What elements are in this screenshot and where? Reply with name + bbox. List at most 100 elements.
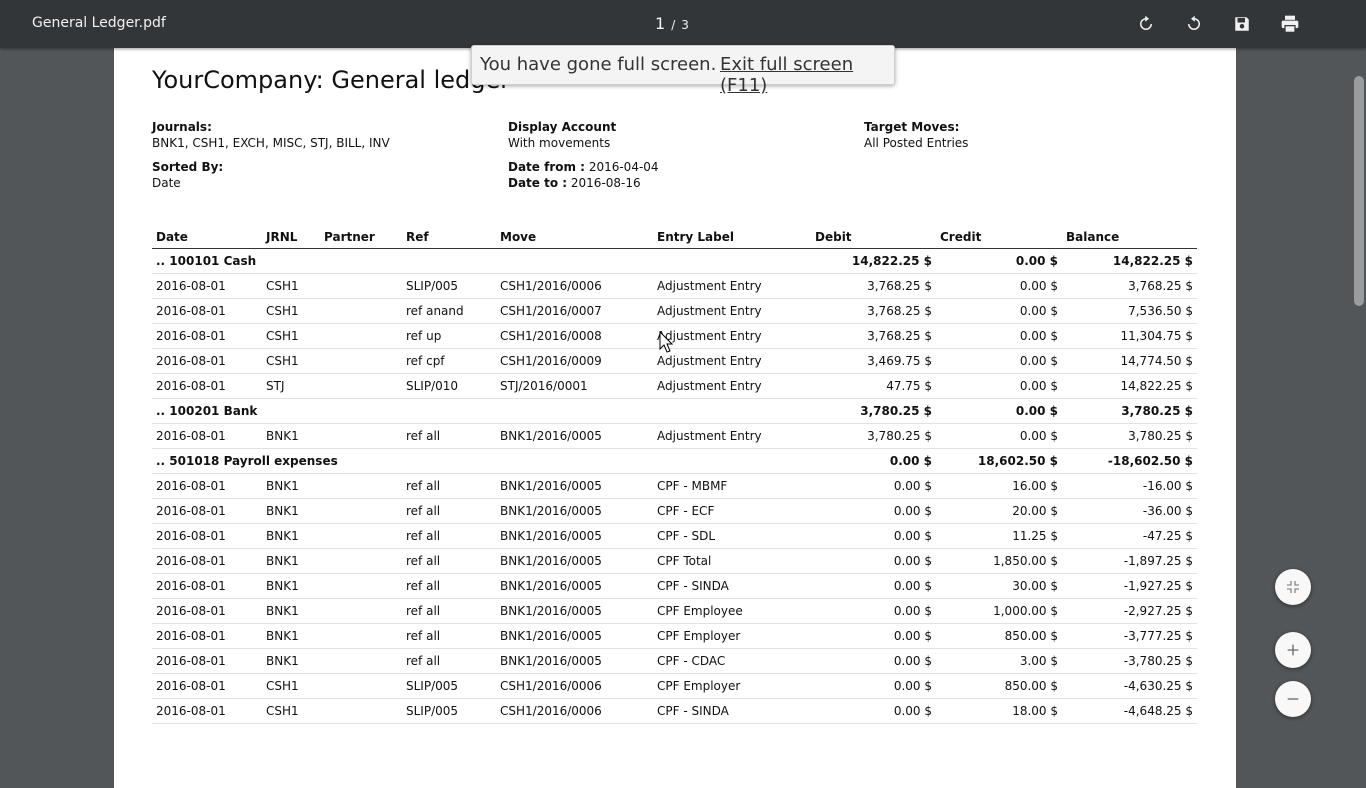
page-separator: / <box>671 18 676 32</box>
rotate-counterclockwise-button[interactable] <box>1182 12 1206 36</box>
date-cell: 2016-08-01 <box>152 698 262 724</box>
entry-label-cell: CPF - SDL <box>653 523 811 549</box>
ledger-table: Date JRNL Partner Ref Move Entry Label D… <box>152 226 1197 724</box>
balance-cell: -4,630.25 $ <box>1062 673 1197 699</box>
partner-cell <box>320 473 402 499</box>
balance-cell: -3,777.25 $ <box>1062 623 1197 649</box>
account-name: .. 501018 Payroll expenses <box>152 448 811 474</box>
move-cell: BNK1/2016/0005 <box>496 598 653 624</box>
balance-cell: -18,602.50 $ <box>1062 448 1197 474</box>
credit-cell: 30.00 $ <box>936 573 1062 599</box>
partner-cell <box>320 498 402 524</box>
entry-label-cell: CPF - SINDA <box>653 573 811 599</box>
balance-cell: 14,822.25 $ <box>1062 248 1197 274</box>
table-row: 2016-08-01 CSH1 SLIP/005 CSH1/2016/0006 Adju… <box>152 273 1197 299</box>
ref-cell: ref all <box>402 598 496 624</box>
date-cell: 2016-08-01 <box>152 523 262 549</box>
date-from-value: 2016-04-04 <box>588 160 659 174</box>
date-cell: 2016-08-01 <box>152 673 262 699</box>
move-cell: CSH1/2016/0009 <box>496 348 653 374</box>
balance-cell: -16.00 $ <box>1062 473 1197 499</box>
ref-cell: SLIP/005 <box>402 673 496 699</box>
ref-cell: SLIP/005 <box>402 698 496 724</box>
date-cell: 2016-08-01 <box>152 423 262 449</box>
move-cell: CSH1/2016/0008 <box>496 323 653 349</box>
account-summary-row: .. 100101 Cash 14,822.25 $0.00 $14,822.25… <box>152 248 1197 274</box>
debit-cell: 14,822.25 $ <box>811 248 936 274</box>
debit-cell: 3,768.25 $ <box>811 323 936 349</box>
download-button[interactable] <box>1230 12 1254 36</box>
journal-cell: BNK1 <box>262 498 320 524</box>
document-title: General Ledger.pdf <box>32 15 166 31</box>
exit-fullscreen-link[interactable]: Exit full screen (F11) <box>720 54 894 96</box>
journal-cell: BNK1 <box>262 548 320 574</box>
move-cell: BNK1/2016/0005 <box>496 573 653 599</box>
credit-cell: 850.00 $ <box>936 673 1062 699</box>
entry-label-cell: CPF Employer <box>653 673 811 699</box>
debit-cell: 3,768.25 $ <box>811 273 936 299</box>
col-header-date: Date <box>152 226 262 249</box>
journal-cell: CSH1 <box>262 323 320 349</box>
partner-cell <box>320 373 402 399</box>
pdf-page: YourCompany: General ledger Journals: BN… <box>114 48 1236 788</box>
col-header-jrnl: JRNL <box>262 226 320 249</box>
table-row: 2016-08-01 BNK1 ref all BNK1/2016/0005 CPF -… <box>152 473 1197 499</box>
sorted-by-value: Date <box>152 176 181 190</box>
journal-cell: BNK1 <box>262 523 320 549</box>
entry-label-cell: Adjustment Entry <box>653 323 811 349</box>
debit-cell: 3,469.75 $ <box>811 348 936 374</box>
target-moves-value: All Posted Entries <box>864 136 969 150</box>
table-row: 2016-08-01 STJ SLIP/010 STJ/2016/0001 Adjust… <box>152 373 1197 399</box>
journal-cell: BNK1 <box>262 598 320 624</box>
date-cell: 2016-08-01 <box>152 473 262 499</box>
debit-cell: 0.00 $ <box>811 623 936 649</box>
partner-cell <box>320 423 402 449</box>
date-cell: 2016-08-01 <box>152 348 262 374</box>
rotate-clockwise-button[interactable] <box>1134 12 1158 36</box>
col-header-move: Move <box>496 226 653 249</box>
balance-cell: -36.00 $ <box>1062 498 1197 524</box>
partner-cell <box>320 273 402 299</box>
exit-fullscreen-icon <box>1287 581 1299 593</box>
col-header-entry-label: Entry Label <box>653 226 811 249</box>
total-pages: 3 <box>681 18 689 32</box>
date-cell: 2016-08-01 <box>152 373 262 399</box>
scrollbar-thumb[interactable] <box>1354 76 1364 306</box>
ref-cell: ref all <box>402 423 496 449</box>
pdf-toolbar: General Ledger.pdf 1 / 3 <box>0 0 1366 48</box>
zoom-out-button[interactable] <box>1275 681 1311 717</box>
entry-label-cell: Adjustment Entry <box>653 298 811 324</box>
account-summary-row: .. 100201 Bank 3,780.25 $0.00 $3,780.25 $ <box>152 398 1197 424</box>
move-cell: CSH1/2016/0006 <box>496 273 653 299</box>
credit-cell: 850.00 $ <box>936 623 1062 649</box>
balance-cell: -3,780.25 $ <box>1062 648 1197 674</box>
entry-label-cell: CPF - MBMF <box>653 473 811 499</box>
current-page-number[interactable]: 1 <box>655 14 665 33</box>
zoom-in-icon <box>1287 644 1299 656</box>
ref-cell: ref all <box>402 498 496 524</box>
ref-cell: ref all <box>402 473 496 499</box>
zoom-out-icon <box>1287 698 1299 700</box>
fit-page-button[interactable] <box>1275 569 1311 605</box>
display-account-label: Display Account <box>508 120 617 134</box>
balance-cell: 3,780.25 $ <box>1062 398 1197 424</box>
date-cell: 2016-08-01 <box>152 273 262 299</box>
credit-cell: 0.00 $ <box>936 273 1062 299</box>
entry-label-cell: Adjustment Entry <box>653 273 811 299</box>
print-button[interactable] <box>1278 12 1302 36</box>
date-from-line: Date from : 2016-04-04 <box>508 159 659 175</box>
fullscreen-message: You have gone full screen. <box>480 54 717 75</box>
table-row: 2016-08-01 BNK1 ref all BNK1/2016/0005 CPF T… <box>152 548 1197 574</box>
partner-cell <box>320 348 402 374</box>
vertical-scrollbar[interactable] <box>1352 48 1366 768</box>
sorted-by-block: Sorted By: Date <box>152 159 223 191</box>
zoom-in-button[interactable] <box>1275 632 1311 668</box>
partner-cell <box>320 523 402 549</box>
table-row: 2016-08-01 CSH1 ref anand CSH1/2016/0007 Adj… <box>152 298 1197 324</box>
table-row: 2016-08-01 BNK1 ref all BNK1/2016/0005 CPF -… <box>152 498 1197 524</box>
debit-cell: 47.75 $ <box>811 373 936 399</box>
table-row: 2016-08-01 BNK1 ref all BNK1/2016/0005 CPF -… <box>152 523 1197 549</box>
sorted-by-label: Sorted By: <box>152 160 224 174</box>
balance-cell: 11,304.75 $ <box>1062 323 1197 349</box>
move-cell: BNK1/2016/0005 <box>496 548 653 574</box>
